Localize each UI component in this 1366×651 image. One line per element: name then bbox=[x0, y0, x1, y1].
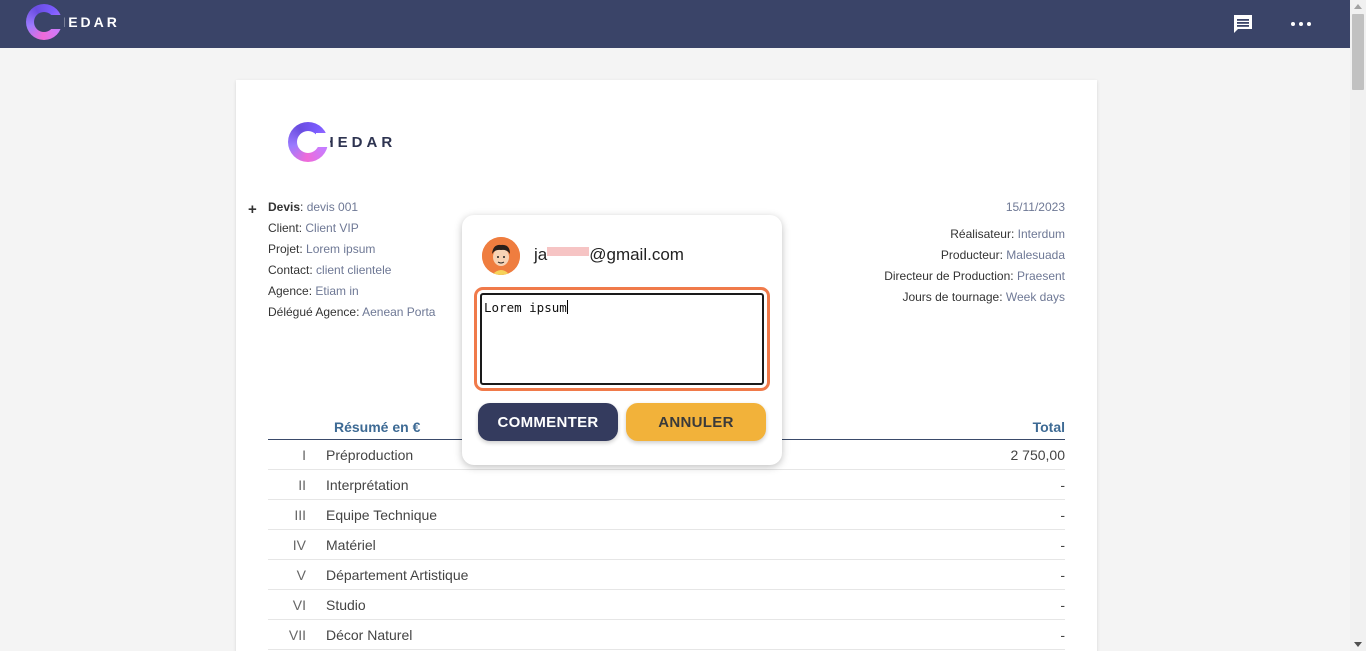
scroll-up-icon[interactable] bbox=[1354, 4, 1362, 9]
production-info: Réalisateur: Interdum Producteur: Malesu… bbox=[884, 224, 1065, 308]
info-row-agence: Agence: Etiam in bbox=[268, 284, 359, 298]
logo-mark bbox=[288, 122, 330, 162]
table-row[interactable]: V Département Artistique - bbox=[268, 560, 1065, 590]
user-email: ja @gmail.com bbox=[534, 245, 684, 264]
scroll-down-icon[interactable] bbox=[1354, 642, 1362, 647]
info-row-realisateur: Réalisateur: Interdum bbox=[950, 227, 1065, 241]
info-row-producteur: Producteur: Malesuada bbox=[940, 248, 1065, 262]
scroll-thumb[interactable] bbox=[1352, 14, 1364, 90]
info-row-directeur: Directeur de Production: Praesent bbox=[884, 269, 1065, 283]
info-row-contact: Contact: client clientele bbox=[268, 263, 392, 277]
redacted-text bbox=[547, 247, 562, 256]
page-scrollbar[interactable] bbox=[1350, 0, 1366, 651]
table-row[interactable]: VII Décor Naturel - bbox=[268, 620, 1065, 650]
column-header-summary: Résumé en € bbox=[334, 419, 421, 435]
app-logo[interactable]: CHEDAR bbox=[26, 4, 120, 40]
info-row-client: Client: Client VIP bbox=[268, 221, 359, 235]
avatar bbox=[482, 237, 520, 275]
table-row[interactable]: II Interprétation - bbox=[268, 470, 1065, 500]
comment-popup: ja @gmail.com Lorem ipsum COMMENTER ANNUL… bbox=[462, 215, 782, 465]
comment-submit-button[interactable]: COMMENTER bbox=[478, 403, 618, 441]
top-app-bar: CHEDAR bbox=[0, 0, 1350, 48]
info-row-delegue-agence: Délégué Agence: Aenean Porta bbox=[268, 305, 436, 319]
expand-toggle[interactable]: + bbox=[248, 201, 257, 218]
more-icon[interactable] bbox=[1288, 13, 1314, 35]
info-row-projet: Projet: Lorem ipsum bbox=[268, 242, 376, 256]
column-header-total: Total bbox=[1032, 419, 1065, 435]
info-row-devis: Devis: devis 001 bbox=[268, 200, 359, 214]
logo-mark bbox=[26, 4, 64, 40]
table-row[interactable]: VI Studio - bbox=[268, 590, 1065, 620]
comment-textarea[interactable]: Lorem ipsum bbox=[480, 293, 764, 385]
comment-icon[interactable] bbox=[1232, 13, 1254, 35]
table-row[interactable]: III Equipe Technique - bbox=[268, 500, 1065, 530]
quote-date: 15/11/2023 bbox=[1005, 200, 1065, 214]
text-caret bbox=[566, 300, 568, 314]
client-info: Devis: devis 001 Client: Client VIP Proj… bbox=[268, 197, 435, 323]
comment-field-focus-ring: Lorem ipsum bbox=[474, 287, 770, 391]
info-row-jours: Jours de tournage: Week days bbox=[902, 290, 1065, 304]
table-row[interactable]: IV Matériel - bbox=[268, 530, 1065, 560]
document-logo: CHEDAR bbox=[288, 122, 396, 162]
cancel-button[interactable]: ANNULER bbox=[626, 403, 766, 441]
